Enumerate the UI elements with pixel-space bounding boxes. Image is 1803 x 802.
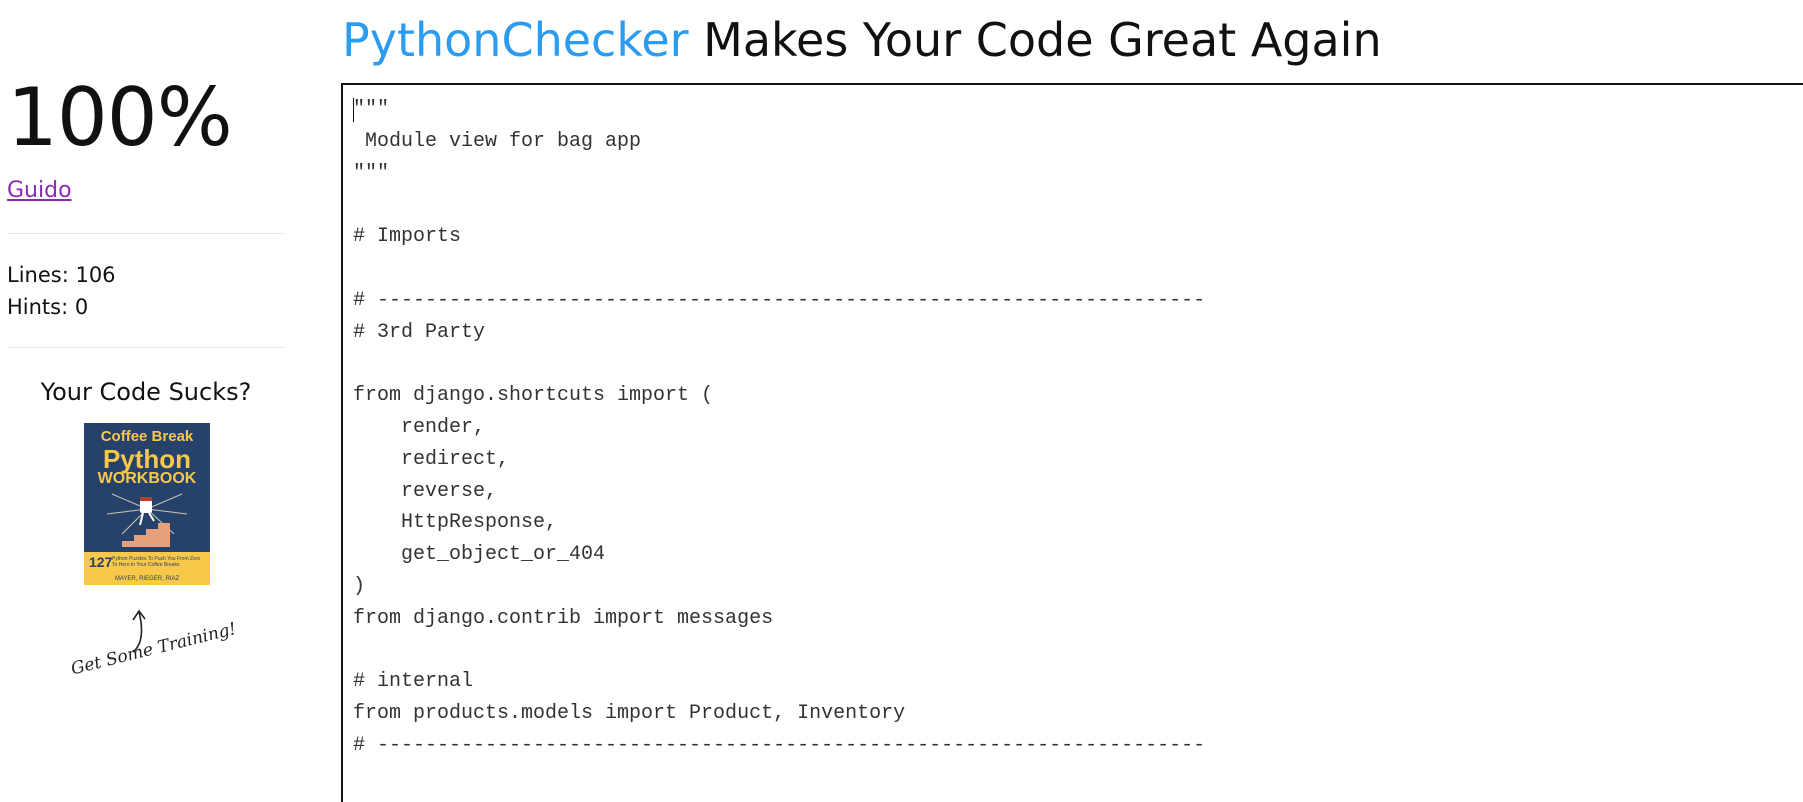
hints-count: Hints: 0 xyxy=(7,295,89,319)
page-title: PythonChecker Makes Your Code Great Agai… xyxy=(342,12,1382,68)
divider xyxy=(7,233,285,234)
book-puzzle-count: 127 xyxy=(89,554,113,570)
brand-name: PythonChecker xyxy=(342,13,689,67)
stairs-illustration-icon xyxy=(106,493,188,547)
text-caret xyxy=(353,98,354,122)
book-title-line1: Coffee Break xyxy=(100,428,194,445)
book-authors: MAYER, RIEGER, RIAZ xyxy=(114,576,180,582)
page: 100% Guido Lines: 106 Hints: 0 Your Code… xyxy=(0,0,1803,802)
page-tagline: Makes Your Code Great Again xyxy=(688,13,1382,67)
lines-count: Lines: 106 xyxy=(7,263,116,287)
code-editor[interactable]: """ Module view for bag app """ # Import… xyxy=(341,83,1803,802)
book-cover-link[interactable]: Coffee Break Python WORKBOOK 127 Python … xyxy=(84,423,210,585)
promo-title: Your Code Sucks? xyxy=(40,378,252,406)
book-title-line3: WORKBOOK xyxy=(97,470,197,487)
score-percentage: 100% xyxy=(7,71,233,164)
author-link[interactable]: Guido xyxy=(7,178,72,203)
divider xyxy=(7,347,285,348)
code-content[interactable]: """ Module view for bag app """ # Import… xyxy=(353,94,1205,762)
book-subtitle: Python Puzzles To Push You From Zero To … xyxy=(112,556,201,568)
